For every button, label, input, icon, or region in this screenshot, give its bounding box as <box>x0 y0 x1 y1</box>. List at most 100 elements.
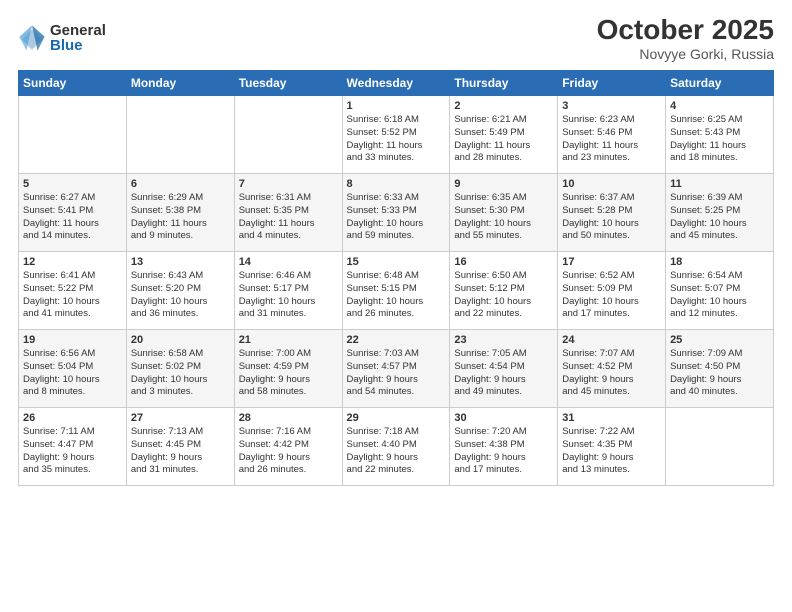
day-number: 21 <box>239 334 338 346</box>
day-info: Sunrise: 7:03 AM Sunset: 4:57 PM Dayligh… <box>347 348 446 399</box>
day-info: Sunrise: 6:35 AM Sunset: 5:30 PM Dayligh… <box>454 192 553 243</box>
page: General Blue October 2025 Novyye Gorki, … <box>0 0 792 612</box>
day-info: Sunrise: 6:48 AM Sunset: 5:15 PM Dayligh… <box>347 270 446 321</box>
week-row-4: 26Sunrise: 7:11 AM Sunset: 4:47 PM Dayli… <box>19 408 774 486</box>
day-number: 12 <box>23 256 122 268</box>
day-number: 15 <box>347 256 446 268</box>
day-cell: 22 Sunrise: 7:03 AM Sunset: 4:57 PM Dayli… <box>342 330 450 408</box>
day-info: Sunrise: 6:29 AM Sunset: 5:38 PM Dayligh… <box>131 192 230 243</box>
day-cell: 2 Sunrise: 6:21 AM Sunset: 5:49 PM Daylig… <box>450 96 558 174</box>
day-cell: 10 Sunrise: 6:37 AM Sunset: 5:28 PM Dayli… <box>558 174 666 252</box>
title-block: October 2025 Novyye Gorki, Russia <box>597 14 774 62</box>
day-number: 2 <box>454 100 553 112</box>
day-cell: 16 Sunrise: 6:50 AM Sunset: 5:12 PM Dayli… <box>450 252 558 330</box>
day-cell: 6 Sunrise: 6:29 AM Sunset: 5:38 PM Daylig… <box>126 174 234 252</box>
day-info: Sunrise: 6:56 AM Sunset: 5:04 PM Dayligh… <box>23 348 122 399</box>
day-cell: 8 Sunrise: 6:33 AM Sunset: 5:33 PM Daylig… <box>342 174 450 252</box>
day-cell: 7Sunrise: 6:31 AM Sunset: 5:35 PM Daylig… <box>234 174 342 252</box>
col-wednesday: Wednesday <box>342 71 450 96</box>
day-info: Sunrise: 7:16 AM Sunset: 4:42 PM Dayligh… <box>239 426 338 477</box>
day-cell: 25 Sunrise: 7:09 AM Sunset: 4:50 PM Dayli… <box>666 330 774 408</box>
col-monday: Monday <box>126 71 234 96</box>
day-cell: 31Sunrise: 7:22 AM Sunset: 4:35 PM Dayli… <box>558 408 666 486</box>
day-cell: 19 Sunrise: 6:56 AM Sunset: 5:04 PM Dayli… <box>19 330 127 408</box>
day-cell: 12 Sunrise: 6:41 AM Sunset: 5:22 PM Dayli… <box>19 252 127 330</box>
day-number: 10 <box>562 178 661 190</box>
day-cell: 17 Sunrise: 6:52 AM Sunset: 5:09 PM Dayli… <box>558 252 666 330</box>
col-tuesday: Tuesday <box>234 71 342 96</box>
day-cell <box>234 96 342 174</box>
day-cell: 11 Sunrise: 6:39 AM Sunset: 5:25 PM Dayli… <box>666 174 774 252</box>
day-number: 30 <box>454 412 553 424</box>
day-info: Sunrise: 6:31 AM Sunset: 5:35 PM Dayligh… <box>239 192 338 243</box>
day-cell: 28Sunrise: 7:16 AM Sunset: 4:42 PM Dayli… <box>234 408 342 486</box>
day-number: 25 <box>670 334 769 346</box>
day-cell: 1 Sunrise: 6:18 AM Sunset: 5:52 PM Daylig… <box>342 96 450 174</box>
day-number: 4 <box>670 100 769 112</box>
day-number: 3 <box>562 100 661 112</box>
day-number: 29 <box>347 412 446 424</box>
day-info: Sunrise: 7:18 AM Sunset: 4:40 PM Dayligh… <box>347 426 446 477</box>
day-cell: 3 Sunrise: 6:23 AM Sunset: 5:46 PM Daylig… <box>558 96 666 174</box>
day-cell: 20 Sunrise: 6:58 AM Sunset: 5:02 PM Dayli… <box>126 330 234 408</box>
col-friday: Friday <box>558 71 666 96</box>
logo-text: General Blue <box>50 23 106 53</box>
day-info: Sunrise: 6:58 AM Sunset: 5:02 PM Dayligh… <box>131 348 230 399</box>
day-info: Sunrise: 7:09 AM Sunset: 4:50 PM Dayligh… <box>670 348 769 399</box>
day-cell: 29 Sunrise: 7:18 AM Sunset: 4:40 PM Dayli… <box>342 408 450 486</box>
day-number: 19 <box>23 334 122 346</box>
col-sunday: Sunday <box>19 71 127 96</box>
day-info: Sunrise: 7:11 AM Sunset: 4:47 PM Dayligh… <box>23 426 122 477</box>
logo: General Blue <box>18 23 106 53</box>
col-saturday: Saturday <box>666 71 774 96</box>
header-row: Sunday Monday Tuesday Wednesday Thursday… <box>19 71 774 96</box>
day-cell: 18 Sunrise: 6:54 AM Sunset: 5:07 PM Dayli… <box>666 252 774 330</box>
day-info: Sunrise: 6:25 AM Sunset: 5:43 PM Dayligh… <box>670 114 769 165</box>
day-info: Sunrise: 6:21 AM Sunset: 5:49 PM Dayligh… <box>454 114 553 165</box>
day-info: Sunrise: 6:27 AM Sunset: 5:41 PM Dayligh… <box>23 192 122 243</box>
day-info: Sunrise: 6:41 AM Sunset: 5:22 PM Dayligh… <box>23 270 122 321</box>
day-number: 23 <box>454 334 553 346</box>
day-cell: 4 Sunrise: 6:25 AM Sunset: 5:43 PM Daylig… <box>666 96 774 174</box>
day-cell <box>19 96 127 174</box>
day-number: 1 <box>347 100 446 112</box>
day-number: 16 <box>454 256 553 268</box>
week-row-3: 19 Sunrise: 6:56 AM Sunset: 5:04 PM Dayli… <box>19 330 774 408</box>
day-number: 5 <box>23 178 122 190</box>
day-number: 20 <box>131 334 230 346</box>
day-info: Sunrise: 6:52 AM Sunset: 5:09 PM Dayligh… <box>562 270 661 321</box>
day-info: Sunrise: 6:50 AM Sunset: 5:12 PM Dayligh… <box>454 270 553 321</box>
day-info: Sunrise: 7:07 AM Sunset: 4:52 PM Dayligh… <box>562 348 661 399</box>
day-info: Sunrise: 7:05 AM Sunset: 4:54 PM Dayligh… <box>454 348 553 399</box>
day-cell <box>666 408 774 486</box>
week-row-1: 5 Sunrise: 6:27 AM Sunset: 5:41 PM Daylig… <box>19 174 774 252</box>
day-cell: 30 Sunrise: 7:20 AM Sunset: 4:38 PM Dayli… <box>450 408 558 486</box>
day-number: 8 <box>347 178 446 190</box>
day-info: Sunrise: 6:54 AM Sunset: 5:07 PM Dayligh… <box>670 270 769 321</box>
logo-blue: Blue <box>50 38 106 53</box>
day-number: 31 <box>562 412 661 424</box>
day-info: Sunrise: 6:37 AM Sunset: 5:28 PM Dayligh… <box>562 192 661 243</box>
day-info: Sunrise: 6:23 AM Sunset: 5:46 PM Dayligh… <box>562 114 661 165</box>
logo-icon <box>18 24 46 52</box>
day-info: Sunrise: 7:00 AM Sunset: 4:59 PM Dayligh… <box>239 348 338 399</box>
day-number: 11 <box>670 178 769 190</box>
day-number: 22 <box>347 334 446 346</box>
day-cell <box>126 96 234 174</box>
day-number: 24 <box>562 334 661 346</box>
day-number: 14 <box>239 256 338 268</box>
day-number: 17 <box>562 256 661 268</box>
col-thursday: Thursday <box>450 71 558 96</box>
day-cell: 9 Sunrise: 6:35 AM Sunset: 5:30 PM Daylig… <box>450 174 558 252</box>
month-title: October 2025 <box>597 14 774 46</box>
week-row-2: 12 Sunrise: 6:41 AM Sunset: 5:22 PM Dayli… <box>19 252 774 330</box>
day-info: Sunrise: 7:20 AM Sunset: 4:38 PM Dayligh… <box>454 426 553 477</box>
day-info: Sunrise: 6:33 AM Sunset: 5:33 PM Dayligh… <box>347 192 446 243</box>
day-number: 18 <box>670 256 769 268</box>
location-title: Novyye Gorki, Russia <box>597 46 774 62</box>
day-info: Sunrise: 6:18 AM Sunset: 5:52 PM Dayligh… <box>347 114 446 165</box>
day-number: 6 <box>131 178 230 190</box>
day-info: Sunrise: 6:39 AM Sunset: 5:25 PM Dayligh… <box>670 192 769 243</box>
day-cell: 26Sunrise: 7:11 AM Sunset: 4:47 PM Dayli… <box>19 408 127 486</box>
day-number: 9 <box>454 178 553 190</box>
